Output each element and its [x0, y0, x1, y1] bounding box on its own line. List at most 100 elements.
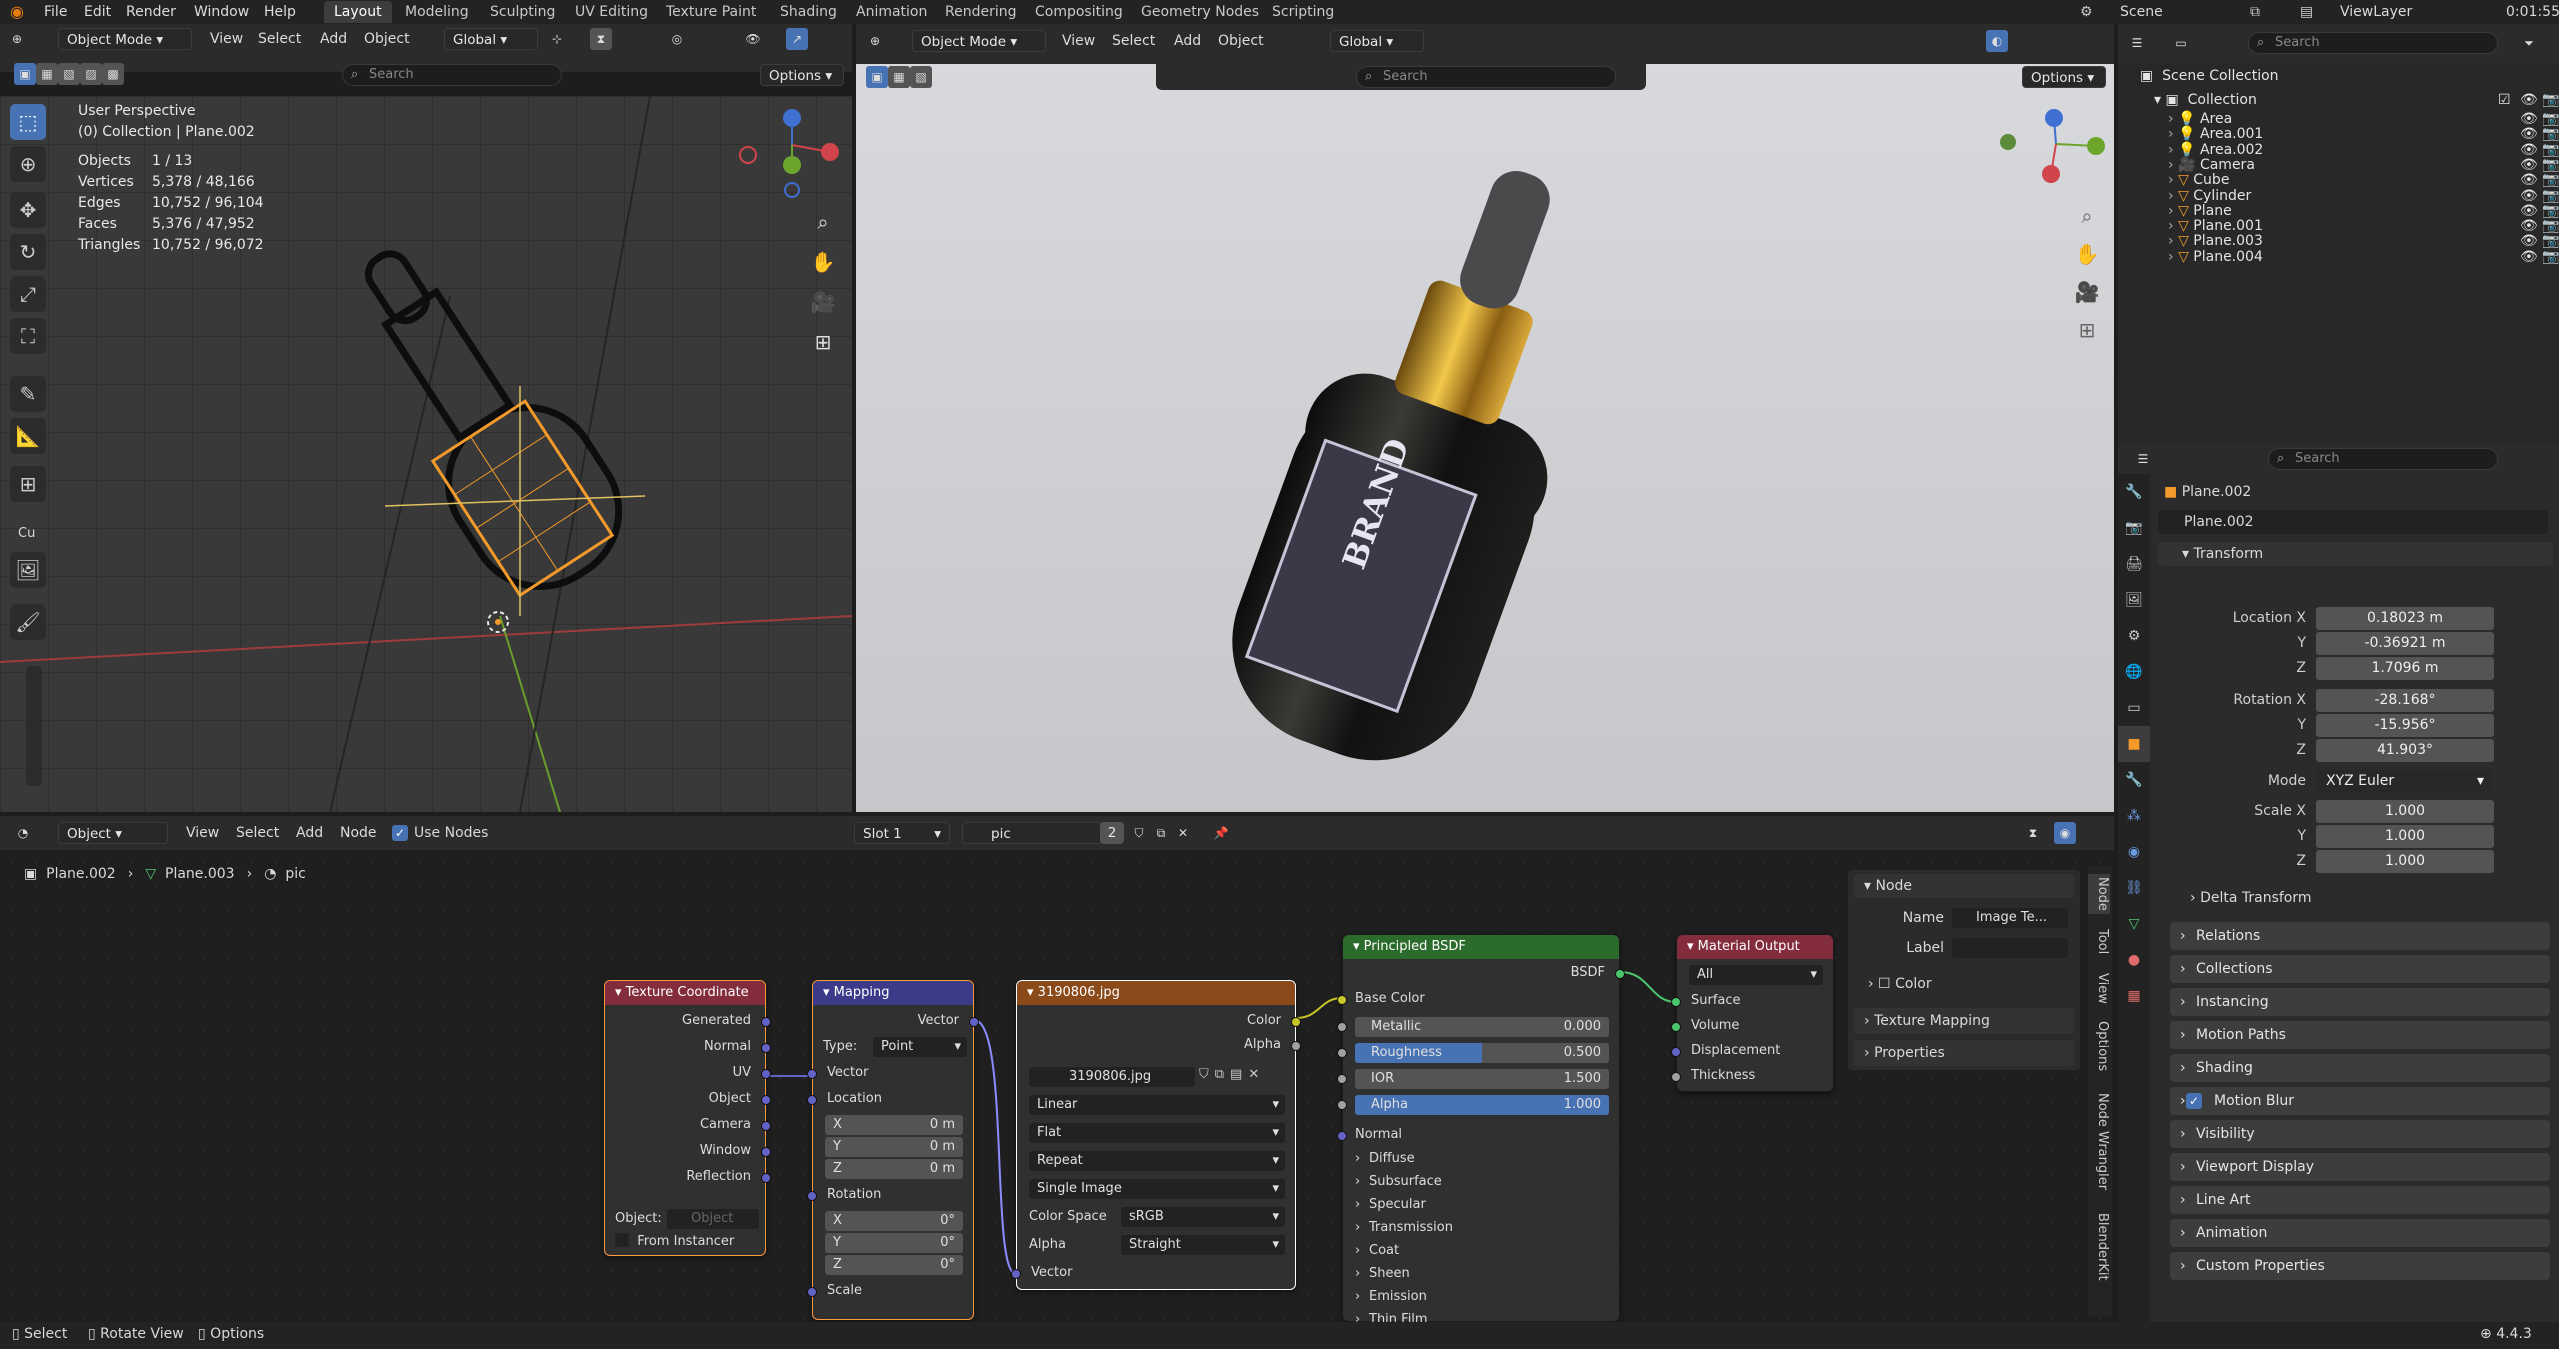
tab-layout[interactable]: Layout: [324, 1, 392, 23]
output-input-socket[interactable]: [1671, 1047, 1681, 1057]
mapping-loc-field[interactable]: X 0 m: [825, 1115, 963, 1135]
overlay-node-icon[interactable]: ◉: [2054, 822, 2076, 844]
properties-panel-instancing[interactable]: › Instancing: [2170, 988, 2550, 1016]
output-input-socket[interactable]: [1671, 997, 1681, 1007]
normal-socket[interactable]: [1337, 1131, 1347, 1141]
properties-panel-motion-paths[interactable]: › Motion Paths: [2170, 1021, 2550, 1049]
mapping-header[interactable]: ▾ Mapping: [813, 981, 973, 1005]
mapping-rot-field[interactable]: Z 0°: [825, 1255, 963, 1275]
paint-tool-icon[interactable]: 🖌: [10, 604, 46, 640]
scale-z-field[interactable]: 1.000: [2316, 850, 2494, 873]
sidebar-tab-blenderkit[interactable]: BlenderKit: [2088, 1208, 2110, 1286]
properties-panel-animation[interactable]: › Animation: [2170, 1219, 2550, 1247]
alpha-mode-dropdown[interactable]: Straight ▾: [1121, 1235, 1285, 1255]
expand-arrow-icon[interactable]: ›: [2168, 233, 2178, 249]
visibility-eye-icon[interactable]: 👁: [2520, 88, 2538, 113]
new-scene-icon[interactable]: ⧉: [2250, 1, 2260, 23]
bsdf-section-emission[interactable]: Emission: [1369, 1289, 1427, 1304]
bsdf-section-sheen[interactable]: Sheen: [1369, 1266, 1410, 1281]
render-camera-icon[interactable]: 📷: [2542, 127, 2559, 142]
principled-bsdf-node[interactable]: ▾ Principled BSDF BSDF Base Color Metall…: [1337, 934, 1625, 1327]
texture-coordinate-node[interactable]: ▾ Texture Coordinate Generated Normal UV Ob…: [604, 980, 771, 1256]
properties-panel-relations[interactable]: › Relations: [2170, 922, 2550, 950]
right-viewport-render[interactable]: ▣ ▦ ▧ ⌕ Search Options ▾ BRAND ⌕ ✋ 🎥 ⊞: [856, 64, 2114, 812]
image-texture-header[interactable]: ▾ 3190806.jpg: [1017, 981, 1295, 1005]
texcoord-output-socket[interactable]: [761, 1121, 771, 1131]
display-mode-icon[interactable]: ▭: [2170, 32, 2192, 54]
image-datablock-field[interactable]: 3190806.jpg: [1029, 1067, 1195, 1087]
snap-icon[interactable]: ⧗: [590, 28, 612, 50]
visibility-eye-icon[interactable]: 👁: [2520, 249, 2538, 265]
bsdf-header[interactable]: ▾ Principled BSDF: [1343, 935, 1619, 959]
node-color-subpanel[interactable]: › ☐ Color: [1868, 976, 1932, 992]
sidebar-tab-view[interactable]: View: [2088, 968, 2110, 1008]
location-z-field[interactable]: 1.7096 m: [2316, 657, 2494, 680]
visibility-icon[interactable]: 👁: [742, 28, 764, 50]
mapping-vector-out-socket[interactable]: [969, 1017, 979, 1027]
zoom-icon[interactable]: ⌕: [808, 210, 838, 250]
zoom-icon[interactable]: ⌕: [2072, 204, 2102, 242]
image-vector-socket[interactable]: [1011, 1269, 1021, 1279]
render-shading-icon[interactable]: ◐: [1986, 30, 2008, 52]
mapping-scale-socket[interactable]: [807, 1287, 817, 1297]
properties-panel-motion-blur[interactable]: › ✓ Motion Blur: [2170, 1087, 2550, 1115]
visibility-eye-icon[interactable]: 👁: [2520, 234, 2538, 249]
visibility-eye-icon[interactable]: 👁: [2520, 112, 2538, 127]
menu-select-node[interactable]: Select: [236, 822, 279, 844]
expand-arrow-icon[interactable]: ›: [2168, 172, 2178, 188]
properties-panel-shading[interactable]: › Shading: [2170, 1054, 2550, 1082]
object-name-field[interactable]: Plane.002: [2158, 510, 2548, 534]
node-editor-type-icon[interactable]: ◔: [12, 822, 34, 844]
bsdf-field-socket[interactable]: [1337, 1022, 1347, 1032]
mapping-rot-field[interactable]: Y 0°: [825, 1233, 963, 1253]
menu-add-right[interactable]: Add: [1174, 30, 1201, 52]
properties-panel-custom-properties[interactable]: › Custom Properties: [2170, 1252, 2550, 1280]
outliner-item[interactable]: › ▽ Plane.004 👁 📷: [2168, 249, 2559, 265]
bsdf-field-socket[interactable]: [1337, 1048, 1347, 1058]
outliner-item[interactable]: › ▽ Plane.001 👁 📷: [2168, 218, 2559, 234]
orientation-dropdown[interactable]: Global ▾: [444, 28, 538, 50]
texcoord-output-socket[interactable]: [761, 1095, 771, 1105]
pin-icon[interactable]: 📌: [1210, 822, 1232, 844]
texture-mapping-panel[interactable]: › Texture Mapping: [1854, 1008, 2074, 1034]
fake-user-icon[interactable]: ⛉: [1128, 822, 1150, 844]
expand-arrow-icon[interactable]: ›: [2168, 249, 2178, 265]
outliner-item[interactable]: › 🎥 Camera 👁 📷: [2168, 157, 2559, 173]
properties-panel-line-art[interactable]: › Line Art: [2170, 1186, 2550, 1214]
mapping-rotation-socket[interactable]: [807, 1191, 817, 1201]
expand-arrow-icon[interactable]: ›: [2168, 126, 2178, 142]
navigation-gizmo[interactable]: [730, 100, 840, 210]
expand-arrow-icon[interactable]: ›: [2168, 218, 2178, 234]
render-camera-icon[interactable]: 📷: [2542, 203, 2559, 219]
rotation-x-field[interactable]: -28.168°: [2316, 689, 2494, 712]
node-panel-header[interactable]: ▾ Node: [1854, 874, 2074, 898]
object-tab-icon[interactable]: ■: [2118, 726, 2150, 762]
bsdf-section-specular[interactable]: Specular: [1369, 1197, 1426, 1212]
node-name-field[interactable]: Image Te...: [1952, 908, 2068, 928]
from-instancer-toggle[interactable]: From Instancer: [615, 1233, 734, 1249]
outliner-item[interactable]: › 💡 Area.001 👁 📷: [2168, 126, 2559, 142]
tool-scroll[interactable]: [26, 666, 42, 786]
data-tab-icon[interactable]: ▽: [2118, 906, 2150, 942]
color-space-dropdown[interactable]: sRGB ▾: [1121, 1207, 1285, 1227]
bsdf-section-diffuse[interactable]: Diffuse: [1369, 1151, 1415, 1166]
outliner-type-icon[interactable]: ☰: [2126, 32, 2148, 54]
bsdf-alpha-field[interactable]: Alpha 1.000: [1355, 1095, 1609, 1115]
render-camera-icon[interactable]: 📷: [2542, 188, 2559, 204]
visibility-eye-icon[interactable]: 👁: [2520, 188, 2538, 204]
output-input-socket[interactable]: [1671, 1072, 1681, 1082]
delta-transform-subpanel[interactable]: › Delta Transform: [2190, 890, 2312, 906]
scale-x-field[interactable]: 1.000: [2316, 800, 2494, 823]
editor-type-icon[interactable]: ⊕: [6, 28, 28, 50]
visibility-eye-icon[interactable]: 👁: [2520, 157, 2538, 173]
location-x-field[interactable]: 0.18023 m: [2316, 607, 2494, 630]
select-intersect-icon[interactable]: ▩: [102, 63, 124, 85]
outliner-item[interactable]: › 💡 Area.002 👁 📷: [2168, 142, 2559, 158]
tab-modeling[interactable]: Modeling: [395, 1, 479, 23]
visibility-eye-icon[interactable]: 👁: [2520, 173, 2538, 188]
unlink-material-icon[interactable]: ✕: [1172, 822, 1194, 844]
tab-animation[interactable]: Animation: [846, 1, 937, 23]
modifier-tab-icon[interactable]: 🔧: [2118, 762, 2150, 798]
mapping-loc-field[interactable]: Y 0 m: [825, 1137, 963, 1157]
render-camera-icon[interactable]: 📷: [2542, 249, 2559, 265]
